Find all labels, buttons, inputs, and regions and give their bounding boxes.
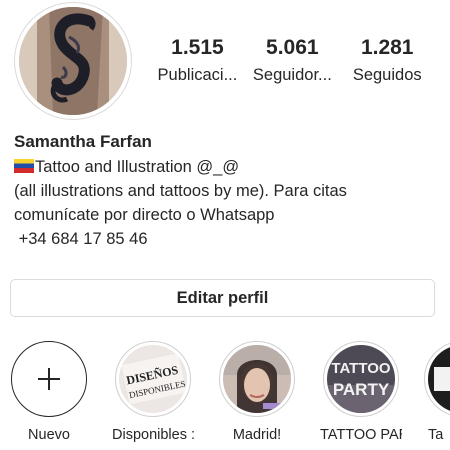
highlight-partial[interactable]: Ta [424, 341, 450, 443]
cover-text-tattoo: TATTOO [331, 360, 390, 377]
highlight-disponibles-image: DISEÑOS DISPONIBLES [119, 345, 187, 413]
bio-line-3: comunícate por directo o Whatsapp [14, 206, 275, 224]
highlight-label: Madrid! [232, 427, 282, 443]
bio-line-1: Tattoo and Illustration @_@ [14, 155, 439, 179]
stat-following-value: 1.281 [360, 36, 414, 59]
highlight-disponibles-cover: DISEÑOS DISPONIBLES [119, 345, 187, 413]
highlight-tattoo-party-image: TATTOO PARTY [327, 345, 395, 413]
highlight-disponibles-circle[interactable]: DISEÑOS DISPONIBLES [115, 341, 191, 417]
highlight-new-circle[interactable] [11, 341, 87, 417]
highlight-madrid[interactable]: Madrid! [216, 341, 298, 443]
stat-followers-value: 5.061 [266, 36, 319, 59]
highlight-disponibles[interactable]: DISEÑOS DISPONIBLES Disponibles :D [112, 341, 194, 443]
stat-posts[interactable]: 1.515 Publicaci... [150, 36, 245, 85]
plus-icon [38, 368, 60, 390]
bio-line-2: (all illustrations and tattoos by me). P… [14, 182, 347, 200]
highlight-label: Ta [428, 427, 444, 443]
stat-followers-label: Seguidor... [252, 66, 332, 84]
cover-text-party: PARTY [333, 380, 390, 399]
highlight-tattoo-party-circle[interactable]: TATTOO PARTY [323, 341, 399, 417]
highlight-tattoo-party[interactable]: TATTOO PARTY TATTOO PAR... [320, 341, 402, 443]
profile-name: Samantha Farfan [14, 132, 152, 151]
edit-profile-button[interactable]: Editar perfil [10, 279, 435, 317]
bio-text-1: Tattoo and Illustration @_@ [35, 158, 240, 176]
highlight-label: Nuevo [28, 427, 70, 443]
highlight-madrid-image [223, 345, 291, 413]
stat-posts-value: 1.515 [171, 36, 224, 59]
highlight-partial-circle[interactable] [424, 341, 450, 417]
highlight-tattoo-party-cover: TATTOO PARTY [327, 345, 395, 413]
stat-following[interactable]: 1.281 Seguidos [340, 36, 435, 85]
profile-stats: 1.515 Publicaci... 5.061 Seguidor... 1.2… [150, 36, 435, 85]
highlight-madrid-cover [223, 345, 291, 413]
highlight-new[interactable]: Nuevo [8, 341, 90, 443]
stat-followers[interactable]: 5.061 Seguidor... [245, 36, 340, 85]
profile-avatar-ring[interactable] [14, 2, 132, 120]
avatar [19, 7, 127, 115]
highlight-partial-cover [428, 345, 450, 413]
avatar-image [19, 7, 127, 115]
stat-following-label: Seguidos [352, 66, 422, 84]
highlight-partial-image [428, 345, 450, 413]
venezuela-flag-icon [14, 159, 34, 173]
stat-posts-label: Publicaci... [157, 66, 238, 84]
profile-bio: Samantha Farfan Tattoo and Illustration … [14, 131, 439, 251]
highlight-label: Disponibles :D [112, 427, 194, 443]
bio-phone[interactable]: +34 684 17 85 46 [14, 227, 439, 251]
highlight-madrid-circle[interactable] [219, 341, 295, 417]
highlight-label: TATTOO PAR... [320, 427, 402, 443]
